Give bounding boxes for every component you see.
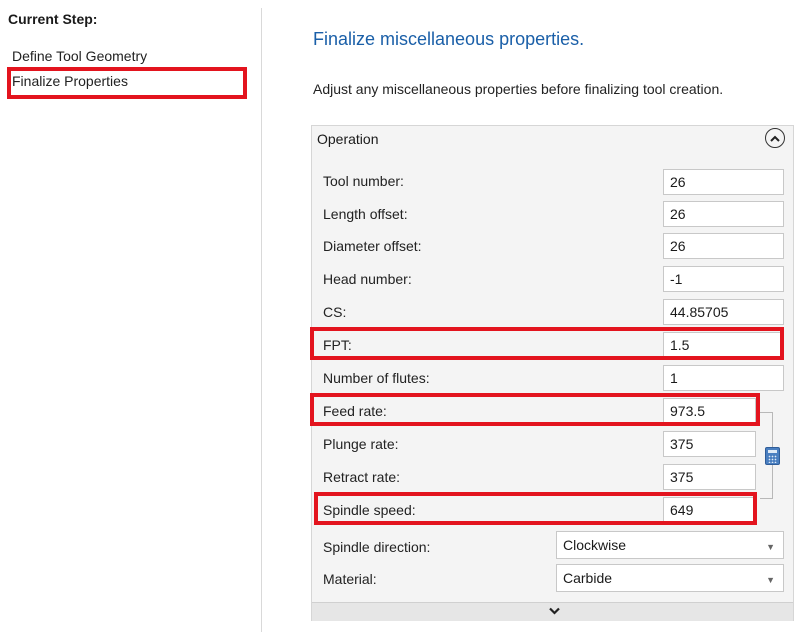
spindle-speed-field[interactable]: 649	[663, 497, 756, 523]
diameter-offset-field[interactable]: 26	[663, 233, 784, 259]
chevron-down-icon[interactable]	[545, 602, 563, 620]
step-define-tool-geometry[interactable]: Define Tool Geometry	[12, 48, 147, 64]
rate-link-bracket-bottom	[760, 498, 773, 499]
length-offset-field[interactable]: 26	[663, 201, 784, 227]
plunge-rate-label: Plunge rate:	[323, 436, 399, 452]
dropdown-caret-icon: ▼	[766, 575, 775, 585]
dropdown-caret-icon: ▼	[766, 542, 775, 552]
vertical-divider	[261, 8, 262, 632]
spindle-direction-label: Spindle direction:	[323, 539, 431, 555]
feed-rate-field[interactable]: 973.5	[663, 398, 756, 424]
calculator-icon[interactable]	[765, 447, 780, 465]
material-label: Material:	[323, 571, 377, 587]
tool-number-label: Tool number:	[323, 173, 404, 189]
fpt-field[interactable]: 1.5	[663, 332, 784, 358]
material-value: Carbide	[563, 570, 613, 586]
retract-rate-label: Retract rate:	[323, 469, 401, 485]
plunge-rate-field[interactable]: 375	[663, 431, 756, 457]
chevron-up-circle-icon[interactable]	[765, 128, 785, 148]
spindle-direction-value: Clockwise	[563, 537, 627, 553]
head-number-label: Head number:	[323, 271, 412, 287]
number-of-flutes-label: Number of flutes:	[323, 370, 430, 386]
step-finalize-properties[interactable]: Finalize Properties	[12, 73, 128, 89]
operation-panel-header: Operation	[317, 131, 379, 147]
page-description: Adjust any miscellaneous properties befo…	[313, 81, 724, 97]
feed-rate-label: Feed rate:	[323, 403, 387, 419]
cs-label: CS:	[323, 304, 347, 320]
page-title: Finalize miscellaneous properties.	[313, 29, 585, 49]
spindle-direction-select[interactable]: Clockwise ▼	[556, 531, 784, 559]
current-step-heading: Current Step:	[8, 11, 98, 27]
tool-number-field[interactable]: 26	[663, 169, 784, 195]
fpt-label: FPT:	[323, 337, 352, 353]
material-select[interactable]: Carbide ▼	[556, 564, 784, 592]
number-of-flutes-field[interactable]: 1	[663, 365, 784, 391]
cs-field[interactable]: 44.85705	[663, 299, 784, 325]
length-offset-label: Length offset:	[323, 206, 408, 222]
spindle-speed-label: Spindle speed:	[323, 502, 416, 518]
head-number-field[interactable]: -1	[663, 266, 784, 292]
retract-rate-field[interactable]: 375	[663, 464, 756, 490]
diameter-offset-label: Diameter offset:	[323, 238, 422, 254]
